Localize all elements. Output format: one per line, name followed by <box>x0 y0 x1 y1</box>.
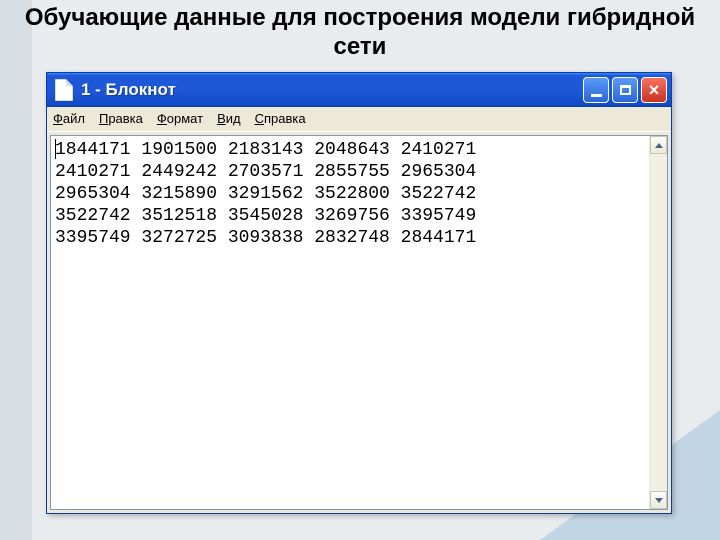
text-area[interactable]: 1844171 1901500 2183143 2048643 2410271 … <box>51 136 649 509</box>
notepad-window: 1 - Блокнот × Файл Правка Формат Вид Спр… <box>46 72 672 514</box>
maximize-icon <box>620 85 631 95</box>
minimize-icon <box>591 94 602 97</box>
notepad-icon <box>55 79 73 101</box>
menu-file[interactable]: Файл <box>53 111 85 126</box>
close-button[interactable]: × <box>641 77 667 103</box>
close-icon: × <box>649 81 660 99</box>
client-area: 1844171 1901500 2183143 2048643 2410271 … <box>50 135 668 510</box>
scroll-down-button[interactable] <box>650 491 667 509</box>
slide-bg-stripe <box>0 0 32 540</box>
menu-edit[interactable]: Правка <box>99 111 143 126</box>
menubar: Файл Правка Формат Вид Справка <box>47 107 671 132</box>
titlebar[interactable]: 1 - Блокнот × <box>47 73 671 107</box>
text-caret <box>55 139 56 159</box>
window-title: 1 - Блокнот <box>81 80 583 100</box>
menu-help[interactable]: Справка <box>255 111 306 126</box>
minimize-button[interactable] <box>583 77 609 103</box>
slide-title: Обучающие данные для построения модели г… <box>0 4 720 62</box>
scroll-up-button[interactable] <box>650 136 667 154</box>
chevron-down-icon <box>655 498 663 503</box>
menu-format[interactable]: Формат <box>157 111 203 126</box>
text-content: 1844171 1901500 2183143 2048643 2410271 … <box>55 140 476 248</box>
chevron-up-icon <box>655 143 663 148</box>
window-controls: × <box>583 77 667 103</box>
vertical-scrollbar[interactable] <box>649 136 667 509</box>
maximize-button[interactable] <box>612 77 638 103</box>
menu-view[interactable]: Вид <box>217 111 241 126</box>
